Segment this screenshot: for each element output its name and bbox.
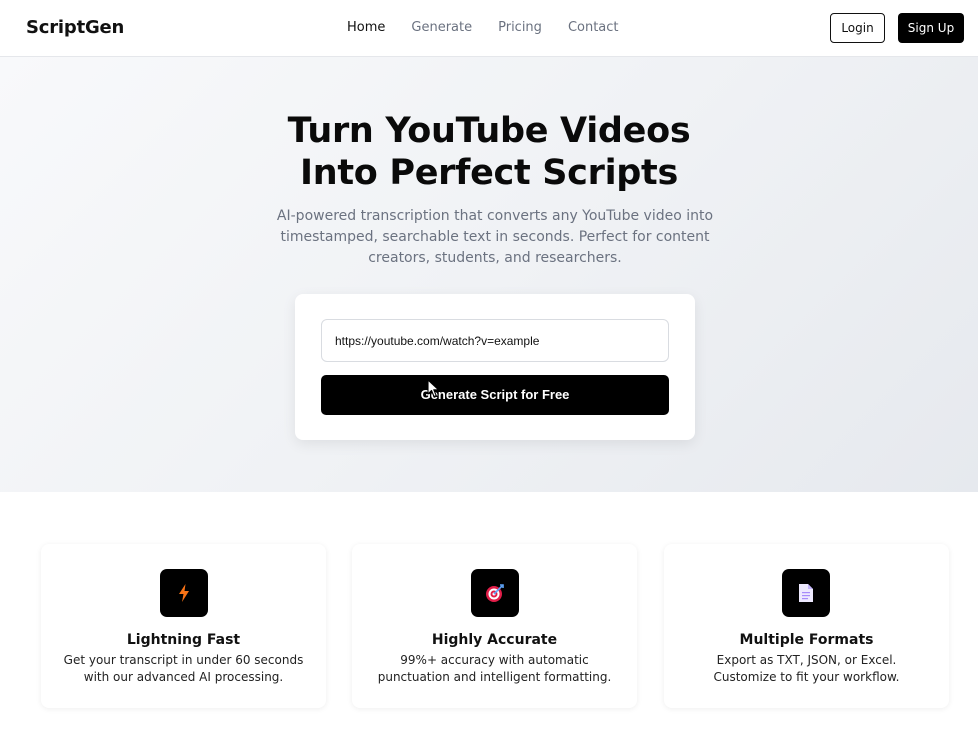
main-nav: Home Generate Pricing Contact [347, 20, 645, 35]
lightning-icon [160, 569, 208, 617]
top-navbar: ScriptGen Home Generate Pricing Contact … [0, 0, 978, 57]
feature-title: Lightning Fast [126, 632, 241, 648]
feature-description: 99%+ accuracy with automatic punctuation… [377, 653, 612, 684]
features-section: Lightning Fast Get your transcript in un… [0, 492, 978, 756]
nav-link-pricing[interactable]: Pricing [498, 20, 542, 35]
feature-card-fast: Lightning Fast Get your transcript in un… [41, 544, 326, 708]
feature-title: Highly Accurate [431, 632, 558, 648]
generate-script-button[interactable]: Generate Script for Free [321, 375, 669, 415]
mouse-cursor-icon [427, 379, 440, 398]
signup-button[interactable]: Sign Up [898, 13, 964, 43]
target-icon [471, 569, 519, 617]
login-button[interactable]: Login [830, 13, 885, 43]
nav-link-contact[interactable]: Contact [568, 20, 619, 35]
url-form-card: Generate Script for Free [295, 294, 695, 440]
hero-subtitle: AI-powered transcription that converts a… [276, 208, 714, 266]
nav-link-generate[interactable]: Generate [411, 20, 472, 35]
hero-title-line-1: Turn YouTube Videos [287, 111, 691, 151]
youtube-url-input[interactable] [321, 319, 669, 362]
brand-logo[interactable]: ScriptGen [26, 17, 124, 38]
feature-title: Multiple Formats [739, 632, 874, 648]
hero-title-line-2: Into Perfect Scripts [299, 153, 678, 193]
hero-title: Turn YouTube Videos Into Perfect Scripts [0, 110, 978, 194]
feature-card-formats: Multiple Formats Export as TXT, JSON, or… [664, 544, 949, 708]
hero-section: Turn YouTube Videos Into Perfect Scripts… [0, 57, 978, 492]
document-icon [782, 569, 830, 617]
feature-description: Get your transcript in under 60 seconds … [63, 653, 304, 684]
nav-link-home[interactable]: Home [347, 20, 385, 35]
feature-card-accurate: Highly Accurate 99%+ accuracy with autom… [352, 544, 637, 708]
feature-description: Export as TXT, JSON, or Excel. Customize… [713, 653, 900, 684]
